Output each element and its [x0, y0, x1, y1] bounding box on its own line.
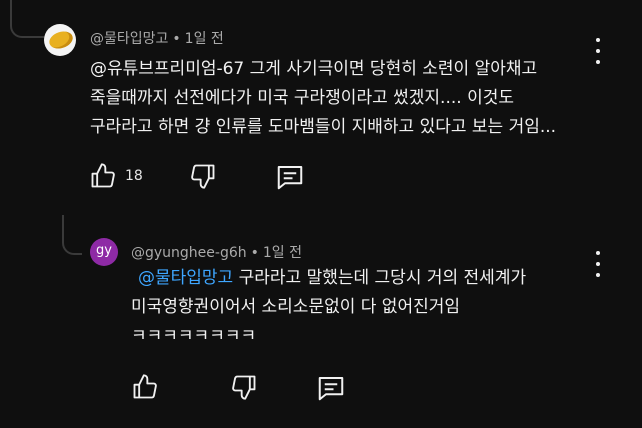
- comment-text: @유튜브프리미엄-67 그게 사기극이면 당현히 소련이 알아채고 죽을때까지 …: [90, 55, 556, 142]
- reply-line: 미국영향권이어서 소리소문없이 다 없어진거임: [131, 297, 461, 317]
- like-button[interactable]: [131, 373, 159, 401]
- mention-link[interactable]: @물타입망고: [138, 268, 233, 288]
- mango-avatar-image: [47, 28, 75, 52]
- comment-author[interactable]: @물타입망고: [90, 31, 168, 47]
- dislike-button[interactable]: [189, 162, 217, 190]
- thumbs-up-icon: [91, 163, 115, 188]
- avatar[interactable]: [44, 24, 76, 56]
- thread-connector: [62, 225, 82, 255]
- comment-icon: [318, 377, 344, 401]
- like-count: 18: [125, 168, 143, 184]
- comment-meta: @물타입망고 • 1일 전: [90, 28, 224, 48]
- thread-connector: [10, 8, 44, 38]
- reply-author[interactable]: @gyunghee-g6h: [131, 245, 247, 261]
- reply-button[interactable]: [316, 373, 346, 403]
- reply-line-text: 구라라고 말했는데 그당시 거의 전세계가: [233, 268, 527, 288]
- like-button[interactable]: 18: [89, 162, 143, 190]
- reply-button[interactable]: [275, 162, 305, 192]
- reply-time: 1일 전: [262, 245, 303, 261]
- more-vertical-icon[interactable]: [588, 38, 608, 64]
- comment-line: 죽을때까지 선전에다가 미국 구라쟁이라고 썼겠지.... 이것도: [90, 88, 514, 108]
- reply-line: ㅋㅋㅋㅋㅋㅋㅋㅋ: [131, 326, 257, 346]
- thumbs-down-icon: [232, 375, 256, 400]
- thumbs-down-icon: [191, 164, 215, 189]
- separator-dot: •: [250, 245, 259, 261]
- comment-time: 1일 전: [184, 31, 224, 47]
- separator-dot: •: [172, 31, 181, 47]
- comment-icon: [277, 166, 303, 190]
- comment-line: 구라라고 하면 걍 인류를 도마뱀들이 지배하고 있다고 보는 거임...: [90, 117, 557, 137]
- more-vertical-icon[interactable]: [588, 251, 608, 277]
- thumbs-up-icon: [133, 374, 157, 399]
- comment-line: @유튜브프리미엄-67 그게 사기극이면 당현히 소련이 알아채고: [90, 59, 538, 79]
- reply-meta: @gyunghee-g6h • 1일 전: [131, 242, 302, 262]
- dislike-button[interactable]: [230, 373, 258, 401]
- avatar[interactable]: gy: [90, 238, 118, 266]
- reply-text: @물타입망고 구라라고 말했는데 그당시 거의 전세계가 미국영향권이어서 소리…: [131, 264, 526, 351]
- comment-thread: @물타입망고 • 1일 전 @유튜브프리미엄-67 그게 사기극이면 당현히 소련이…: [0, 0, 642, 428]
- reply-line: @물타입망고 구라라고 말했는데 그당시 거의 전세계가: [131, 264, 526, 293]
